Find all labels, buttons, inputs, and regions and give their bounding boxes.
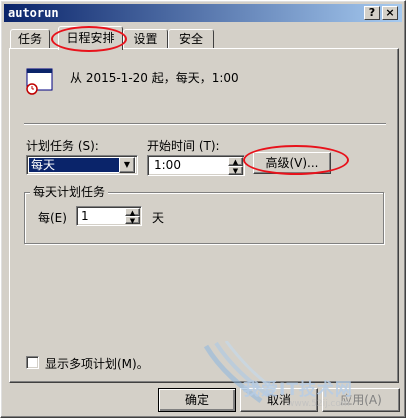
advanced-button[interactable]: 高级(V)... — [253, 152, 331, 174]
separator — [24, 123, 386, 125]
apply-button[interactable]: 应用(A) — [322, 388, 400, 412]
show-multiple-label: 显示多项计划(M)。 — [45, 357, 149, 371]
every-label: 每(E) — [38, 211, 67, 225]
close-button[interactable]: × — [382, 6, 398, 20]
task-select-value: 每天 — [29, 158, 119, 172]
every-days-value: 1 — [81, 209, 89, 223]
tab-settings[interactable]: 设置 — [123, 29, 168, 49]
title-bar: autorun ? × — [4, 4, 402, 22]
dropdown-arrow-icon[interactable]: ▼ — [119, 157, 135, 173]
show-multiple-checkbox[interactable] — [26, 356, 39, 369]
spin-down-icon[interactable]: ▼ — [228, 166, 243, 175]
every-days-field[interactable]: 1 ▲ ▼ — [76, 206, 142, 226]
daily-group-label: 每天计划任务 — [30, 183, 109, 200]
start-time-value: 1:00 — [154, 158, 181, 172]
tab-task[interactable]: 任务 — [10, 29, 50, 49]
window-title: autorun — [8, 6, 59, 20]
schedule-panel: 从 2015-1-20 起，每天，1:00 计划任务 (S): 开始时间 (T)… — [9, 48, 399, 383]
properties-window: autorun ? × 任务 日程安排 设置 安全 从 2015-1-20 起，… — [0, 0, 406, 418]
schedule-summary: 从 2015-1-20 起，每天，1:00 — [70, 71, 239, 85]
tab-schedule[interactable]: 日程安排 — [58, 26, 123, 50]
start-time-label: 开始时间 (T): — [147, 139, 220, 153]
cancel-button[interactable]: 取消 — [240, 388, 318, 412]
schedule-icon — [26, 67, 54, 95]
spin-up-icon[interactable]: ▲ — [228, 157, 243, 166]
ok-button[interactable]: 确定 — [158, 388, 236, 412]
task-label: 计划任务 (S): — [26, 139, 99, 153]
task-select[interactable]: 每天 ▼ — [26, 155, 138, 175]
spin-down-icon[interactable]: ▼ — [125, 216, 140, 225]
help-button[interactable]: ? — [364, 6, 380, 20]
tab-security[interactable]: 安全 — [168, 29, 214, 49]
spin-up-icon[interactable]: ▲ — [125, 208, 140, 217]
days-unit-label: 天 — [152, 211, 165, 225]
start-time-field[interactable]: 1:00 ▲ ▼ — [147, 155, 245, 176]
